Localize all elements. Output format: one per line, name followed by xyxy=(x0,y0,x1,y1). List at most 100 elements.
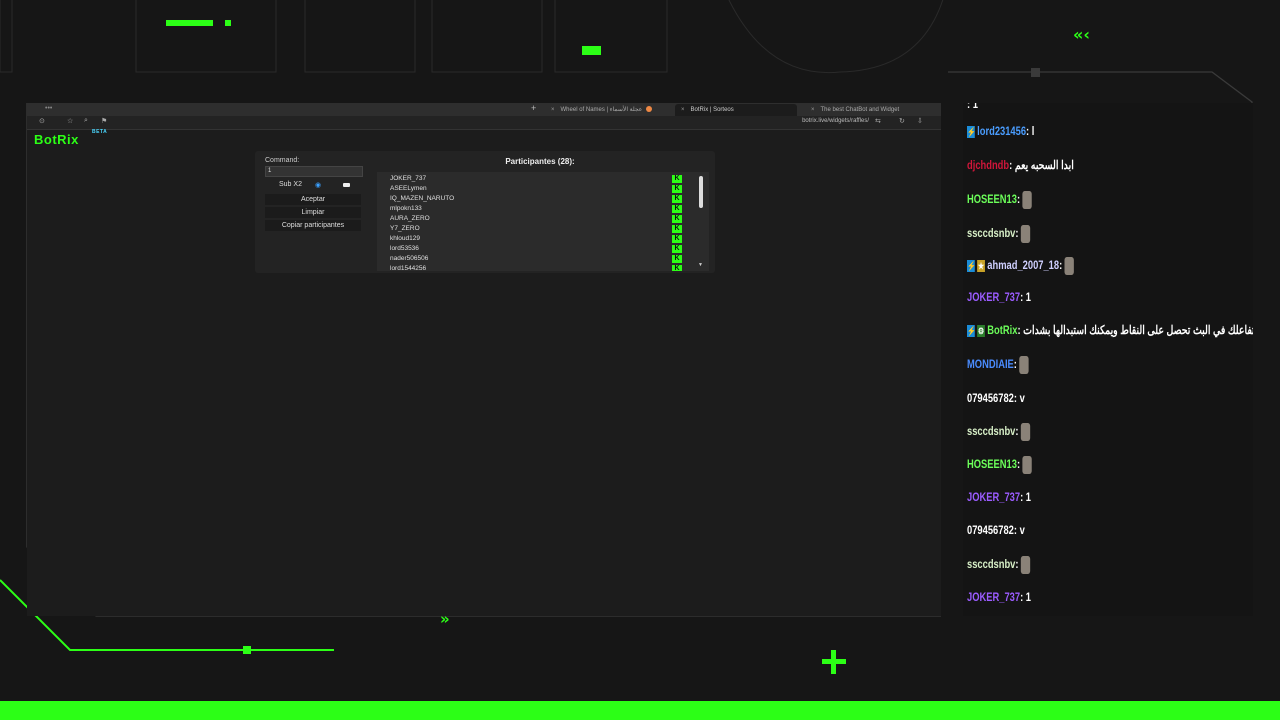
chat-message: MONDIAIE: xyxy=(967,353,1029,375)
browser-window: ••• + × Wheel of Names | عجلة الأسماء × Bo… xyxy=(27,103,941,616)
copy-participants-button[interactable]: Copiar participantes xyxy=(265,220,361,231)
kick-icon: K xyxy=(672,195,682,203)
chat-text: : 1 xyxy=(1020,590,1032,604)
tab-favicon xyxy=(646,106,653,113)
chat-text: : xyxy=(1059,258,1063,272)
list-item: IQ_MAZEN_NARUTO K xyxy=(390,194,690,204)
emote-icon xyxy=(1020,224,1031,243)
sub-x2-toggle[interactable] xyxy=(343,183,350,187)
chat-text: : xyxy=(1013,357,1017,371)
clear-button[interactable]: Limpiar xyxy=(265,207,361,218)
chat-username[interactable]: JOKER_737 xyxy=(967,290,1020,304)
kick-badge-icon: ⚡ xyxy=(967,259,976,272)
kick-badge-icon: ⚡ xyxy=(967,324,976,337)
download-icon[interactable]: ⇩ xyxy=(917,117,923,125)
bot-badge-icon: ⚙ xyxy=(977,324,985,337)
back-icon[interactable]: ⊙ xyxy=(39,117,45,125)
url-text[interactable]: botrix.live/widgets/raffles/ xyxy=(802,118,869,124)
sub-badge-icon: ★ xyxy=(977,259,985,272)
chat-username[interactable]: ssccdsnbv xyxy=(967,557,1015,571)
chat-username[interactable]: JOKER_737 xyxy=(967,590,1020,604)
chat-username[interactable]: ssccdsnbv xyxy=(967,226,1015,240)
chat-text: : v xyxy=(1013,391,1025,405)
chat-message: ⚡lord231456: l xyxy=(967,120,1034,142)
close-tab-icon[interactable]: × xyxy=(681,107,685,113)
botrix-logo[interactable]: BotRix BETA xyxy=(34,129,107,147)
tab-chatbot[interactable]: × The best ChatBot and Widget xyxy=(811,104,929,116)
close-tab-icon[interactable]: × xyxy=(811,107,815,113)
chat-text: : xyxy=(1016,192,1021,206)
participants-list[interactable]: JOKER_737 K ASEELymen K IQ_MAZEN_NARUTO K m… xyxy=(377,172,709,271)
svg-text:«‹: «‹ xyxy=(1073,25,1090,44)
chat-panel: : 1 ⚡lord231456: l djchdndb: ابدا السحبه ي… xyxy=(963,103,1253,616)
tab-label: Wheel of Names | عجلة الأسماء xyxy=(560,107,643,113)
reload-icon[interactable]: ↻ xyxy=(899,117,905,125)
accept-button[interactable]: Aceptar xyxy=(265,194,361,205)
chat-text: : ابدا السحبه يعم xyxy=(1009,158,1074,172)
emote-icon xyxy=(1020,555,1031,574)
list-item: khloud129 K xyxy=(390,234,690,244)
list-item: lord1544256 K xyxy=(390,264,690,271)
new-tab-button[interactable]: + xyxy=(531,103,536,113)
chat-text: : xyxy=(1015,424,1019,438)
command-input[interactable]: 1 xyxy=(265,166,363,177)
chat-message: djchdndb: ابدا السحبه يعم xyxy=(967,154,1074,176)
chat-text: : 1 xyxy=(1020,490,1032,504)
chat-username[interactable]: JOKER_737 xyxy=(967,490,1020,504)
participant-name: AURA_ZERO xyxy=(390,215,430,222)
chat-username[interactable]: lord231456 xyxy=(977,124,1026,138)
tab-strip: ••• + × Wheel of Names | عجلة الأسماء × Bo… xyxy=(27,103,941,116)
sub-x2-label: Sub X2 xyxy=(279,181,302,188)
eye-icon[interactable]: ◉ xyxy=(315,181,321,189)
chat-text: : l xyxy=(1026,124,1035,138)
chat-message: JOKER_737: 1 xyxy=(967,486,1031,508)
chat-message: 079456782: v xyxy=(967,387,1025,409)
chat-message: HOSEEN13: xyxy=(967,188,1032,210)
extensions-icon[interactable]: ⚑ xyxy=(101,117,107,125)
beta-badge: BETA xyxy=(92,129,108,135)
kick-icon: K xyxy=(672,205,682,213)
window-menu-icon[interactable]: ••• xyxy=(45,105,52,112)
tab-wheel-of-names[interactable]: × Wheel of Names | عجلة الأسماء xyxy=(551,104,669,116)
list-item: nader506506 K xyxy=(390,254,690,264)
raffle-widget: Command: 1 Sub X2 ◉ Aceptar Limpiar Copi… xyxy=(255,151,715,273)
chat-message: ssccdsnbv: xyxy=(967,222,1031,244)
bookmark-star-icon[interactable]: ☆ xyxy=(67,117,73,125)
scroll-down-icon[interactable]: ▼ xyxy=(698,262,703,268)
chat-text: : xyxy=(1016,457,1021,471)
participant-name: ASEELymen xyxy=(390,185,427,192)
emote-icon xyxy=(1022,190,1032,209)
search-icon[interactable]: ⌕ xyxy=(84,117,88,125)
scrollbar-thumb[interactable] xyxy=(699,176,703,208)
participants-title: Participantes (28): xyxy=(505,157,575,166)
chat-username[interactable]: ahmad_2007_18 xyxy=(987,258,1059,272)
chat-username[interactable]: 079456782 xyxy=(967,523,1014,537)
close-tab-icon[interactable]: × xyxy=(551,107,555,113)
chat-username[interactable]: HOSEEN13 xyxy=(967,192,1017,206)
chat-message: JOKER_737: 1 xyxy=(967,286,1031,308)
command-label: Command: xyxy=(265,157,300,164)
kick-icon: K xyxy=(672,235,682,243)
chat-username[interactable]: BotRix xyxy=(987,323,1017,337)
emote-icon xyxy=(1020,422,1031,441)
chat-text: : 1 xyxy=(1020,290,1032,304)
address-bar: ⊙ ☆ ⌕ ⚑ botrix.live/widgets/raffles/ ⇆ ↻… xyxy=(27,116,941,130)
list-item: Y7_ZERO K xyxy=(390,224,690,234)
chat-username[interactable]: ssccdsnbv xyxy=(967,424,1015,438)
kick-icon: K xyxy=(672,225,682,233)
participant-name: IQ_MAZEN_NARUTO xyxy=(390,195,455,202)
chat-message: JOKER_737: 1 xyxy=(967,586,1031,608)
kick-icon: K xyxy=(672,175,682,183)
chat-username[interactable]: MONDIAIE xyxy=(967,357,1014,371)
chat-username[interactable]: djchdndb xyxy=(967,158,1009,172)
participant-name: lord53536 xyxy=(390,245,419,252)
chat-text: : اثناء تواجدك وتفاعلك في البث تحصل على … xyxy=(1017,323,1253,337)
chat-username[interactable]: HOSEEN13 xyxy=(967,457,1017,471)
share-icon[interactable]: ⇆ xyxy=(875,117,881,125)
chat-message: : 1 xyxy=(967,103,978,115)
chat-username[interactable]: 079456782 xyxy=(967,391,1014,405)
tab-botrix[interactable]: × BotRix | Sorteos xyxy=(675,104,797,116)
list-item: ASEELymen K xyxy=(390,184,690,194)
logo-text: BotRix xyxy=(34,132,79,147)
kick-icon: K xyxy=(672,185,682,193)
